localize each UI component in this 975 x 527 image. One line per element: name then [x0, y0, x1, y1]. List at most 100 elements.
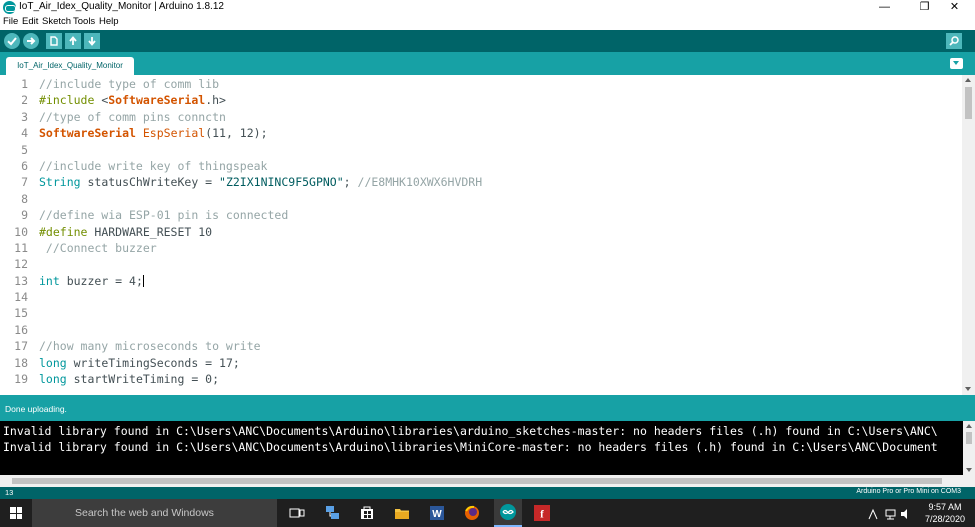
board-info: Arduino Pro or Pro Mini on COM3: [856, 488, 961, 495]
menu-file[interactable]: File: [3, 16, 18, 27]
clock-time[interactable]: 9:57 AM: [925, 502, 965, 512]
line-number: 2: [21, 93, 28, 108]
console-line: Invalid library found in C:\Users\ANC\Do…: [3, 424, 938, 438]
menu-tools[interactable]: Tools: [73, 16, 95, 27]
code-line: 17 //how many microseconds to write: [0, 339, 962, 355]
code-token: #define: [39, 224, 88, 239]
taskbar-search-input[interactable]: Search the web and Windows: [32, 499, 277, 527]
line-number: 4: [21, 126, 28, 141]
open-icon[interactable]: [65, 33, 81, 49]
menu-edit[interactable]: Edit: [22, 16, 38, 27]
scroll-thumb[interactable]: [12, 478, 942, 484]
title-bar: IoT_Air_Idex_Quality_Monitor | Arduino 1…: [0, 0, 975, 15]
line-number: 8: [21, 191, 28, 206]
windows-start-icon[interactable]: [10, 507, 22, 519]
line-number: 18: [14, 355, 28, 370]
code-token: //include type of comm lib: [39, 77, 220, 91]
scroll-down-icon[interactable]: [965, 468, 972, 472]
line-number: 10: [14, 224, 28, 239]
menu-help[interactable]: Help: [99, 16, 119, 27]
line-number: 7: [21, 175, 28, 190]
code-line: 1 //include type of comm lib: [0, 77, 962, 93]
code-token: #include: [39, 93, 95, 108]
code-line: 12: [0, 257, 962, 273]
red-app-icon[interactable]: f: [532, 503, 552, 523]
console-output[interactable]: Invalid library found in C:\Users\ANC\Do…: [0, 421, 975, 475]
editor-vertical-scrollbar[interactable]: [962, 75, 975, 395]
code-line: 11 //Connect buzzer: [0, 241, 962, 257]
code-lines: 1//include type of comm lib 2 #include <So…: [0, 77, 962, 388]
file-explorer-icon[interactable]: [392, 503, 412, 523]
code-text: String statusChWriteKey = "Z2IX1NINC9F5G…: [39, 175, 482, 189]
line-number: 16: [14, 322, 28, 337]
line-number: 9: [21, 208, 28, 223]
clock-date[interactable]: 7/28/2020: [925, 514, 965, 524]
network-icon[interactable]: [884, 507, 898, 520]
code-token: (11, 12);: [205, 126, 268, 141]
task-view-icon[interactable]: [287, 503, 307, 523]
text-cursor: [142, 274, 144, 287]
line-number: 3: [21, 109, 28, 124]
firefox-icon[interactable]: [462, 503, 482, 523]
line-number: 17: [14, 339, 28, 354]
word-icon[interactable]: W: [427, 503, 447, 523]
code-text: //type of comm pins connctn: [39, 110, 226, 124]
upload-icon[interactable]: [23, 33, 39, 49]
network-app-icon[interactable]: [322, 503, 342, 523]
console-vertical-scrollbar[interactable]: [963, 421, 975, 475]
code-text: //include type of comm lib: [39, 77, 219, 91]
code-text: //include write key of thingspeak: [39, 159, 267, 173]
code-token: SoftwareSerial: [108, 93, 206, 108]
code-token: <: [94, 93, 109, 108]
menu-sketch[interactable]: Sketch: [42, 16, 71, 27]
tab-menu-dropdown-icon[interactable]: [950, 58, 963, 69]
code-line: 18 long writeTimingSeconds = 17;: [0, 356, 962, 372]
code-token: EspSerial: [142, 126, 206, 141]
window-title: IoT_Air_Idex_Quality_Monitor | Arduino 1…: [19, 1, 224, 12]
people-icon[interactable]: [868, 507, 882, 520]
console-horizontal-scrollbar[interactable]: [0, 475, 975, 487]
code-token: .h>: [205, 93, 226, 108]
code-line: 19 long startWriteTiming = 0;: [0, 372, 962, 388]
code-token: statusChWriteKey =: [80, 175, 220, 190]
arduino-logo-icon: [3, 1, 16, 14]
code-line: 2 #include <SoftwareSerial.h>: [0, 93, 962, 109]
arduino-icon[interactable]: [494, 499, 522, 527]
code-line: 10 #define HARDWARE_RESET 10: [0, 225, 962, 241]
volume-icon[interactable]: [900, 507, 912, 519]
scroll-up-icon[interactable]: [965, 78, 971, 82]
code-line: 14: [0, 290, 962, 306]
code-editor[interactable]: 1//include type of comm lib 2 #include <So…: [0, 75, 975, 395]
code-line: 7 String statusChWriteKey = "Z2IX1NINC9F5…: [0, 175, 962, 191]
store-icon[interactable]: [357, 503, 377, 523]
code-token: //Connect buzzer: [39, 240, 157, 255]
save-icon[interactable]: [84, 33, 100, 49]
close-button[interactable]: ✕: [932, 0, 975, 15]
code-text: //define wia ESP-01 pin is connected: [39, 208, 288, 222]
toolbar: [0, 30, 975, 52]
line-number: 5: [21, 142, 28, 157]
code-text: #include <SoftwareSerial.h>: [39, 93, 226, 107]
code-line: 16: [0, 323, 962, 339]
minimize-button[interactable]: —: [862, 0, 907, 15]
code-token: //type of comm pins connctn: [39, 109, 226, 124]
code-token: writeTimingSeconds = 17;: [66, 355, 240, 370]
svg-text:W: W: [432, 509, 442, 520]
scroll-down-icon[interactable]: [965, 387, 971, 391]
code-line: 6 //include write key of thingspeak: [0, 159, 962, 175]
verify-icon[interactable]: [4, 33, 20, 49]
tab-sketch[interactable]: IoT_Air_Idex_Quality_Monitor: [6, 57, 134, 75]
code-text: long startWriteTiming = 0;: [39, 372, 219, 386]
code-token: //define wia ESP-01 pin is connected: [39, 208, 289, 223]
code-token: startWriteTiming = 0;: [66, 372, 220, 387]
scroll-thumb[interactable]: [965, 87, 972, 119]
scroll-thumb[interactable]: [966, 432, 972, 444]
scroll-up-icon[interactable]: [965, 424, 972, 428]
current-line-number: 13: [5, 488, 14, 497]
code-token: "Z2IX1NINC9F5GPNO": [219, 175, 344, 190]
code-token: int: [39, 273, 60, 288]
serial-monitor-icon[interactable]: [946, 33, 962, 49]
line-number: 19: [14, 372, 28, 387]
new-icon[interactable]: [46, 33, 62, 49]
